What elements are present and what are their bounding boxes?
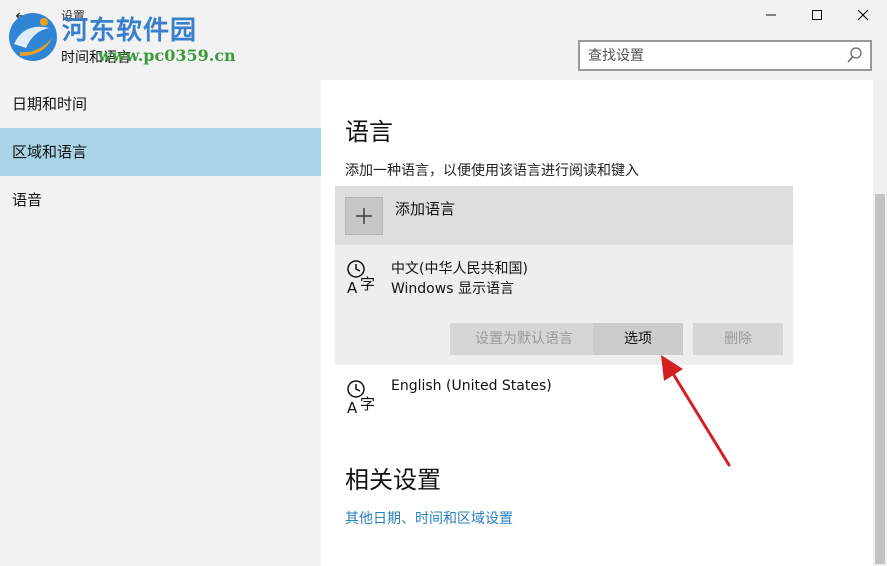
search-input[interactable] [588, 46, 838, 66]
languages-heading: 语言 [345, 118, 393, 146]
scrollbar-thumb[interactable] [875, 194, 885, 564]
sidebar-item-speech[interactable]: 语音 [0, 176, 321, 224]
language-name: 中文(中华人民共和国) [391, 261, 528, 277]
scrollbar[interactable] [873, 80, 887, 566]
svg-text:A: A [347, 399, 358, 416]
add-language-button[interactable]: 添加语言 [335, 186, 793, 245]
watermark-url: www.pc0359.cn [98, 46, 236, 65]
main-content: 语言 添加一种语言，以便使用该语言进行阅读和键入 添加语言 A 字 中文(中华人… [321, 80, 873, 566]
language-icon: A 字 [347, 260, 375, 296]
remove-button[interactable]: 删除 [693, 323, 783, 355]
add-language-label: 添加语言 [395, 200, 456, 218]
plus-icon [345, 197, 383, 235]
close-button[interactable] [840, 4, 886, 30]
related-settings-link[interactable]: 其他日期、时间和区域设置 [345, 508, 513, 528]
sidebar: 日期和时间 区域和语言 语音 [0, 80, 321, 566]
watermark-logo [9, 13, 57, 61]
svg-text:A: A [347, 279, 358, 296]
svg-text:字: 字 [360, 395, 375, 413]
set-default-button[interactable]: 设置为默认语言 [450, 323, 598, 355]
minimize-icon [766, 14, 776, 16]
options-button[interactable]: 选项 [593, 323, 683, 355]
sidebar-item-region-language[interactable]: 区域和语言 [0, 128, 321, 176]
language-subtitle: Windows 显示语言 [391, 281, 514, 297]
language-icon: A 字 [347, 380, 375, 416]
search-icon[interactable] [846, 46, 864, 66]
maximize-button[interactable] [794, 4, 840, 30]
language-name: English (United States) [391, 378, 552, 394]
sidebar-item-date-time[interactable]: 日期和时间 [0, 80, 321, 128]
language-item-english[interactable]: A 字 English (United States) [335, 370, 793, 420]
language-item-chinese[interactable]: A 字 中文(中华人民共和国) Windows 显示语言 设置为默认语言 选项 … [335, 245, 793, 365]
watermark-name: 河东软件园 [62, 16, 198, 46]
svg-text:字: 字 [360, 275, 375, 293]
search-box[interactable] [578, 40, 872, 71]
languages-description: 添加一种语言，以便使用该语言进行阅读和键入 [345, 163, 639, 179]
maximize-icon [812, 10, 822, 20]
close-icon [857, 9, 869, 21]
related-settings-heading: 相关设置 [345, 466, 441, 494]
minimize-button[interactable] [748, 4, 794, 30]
